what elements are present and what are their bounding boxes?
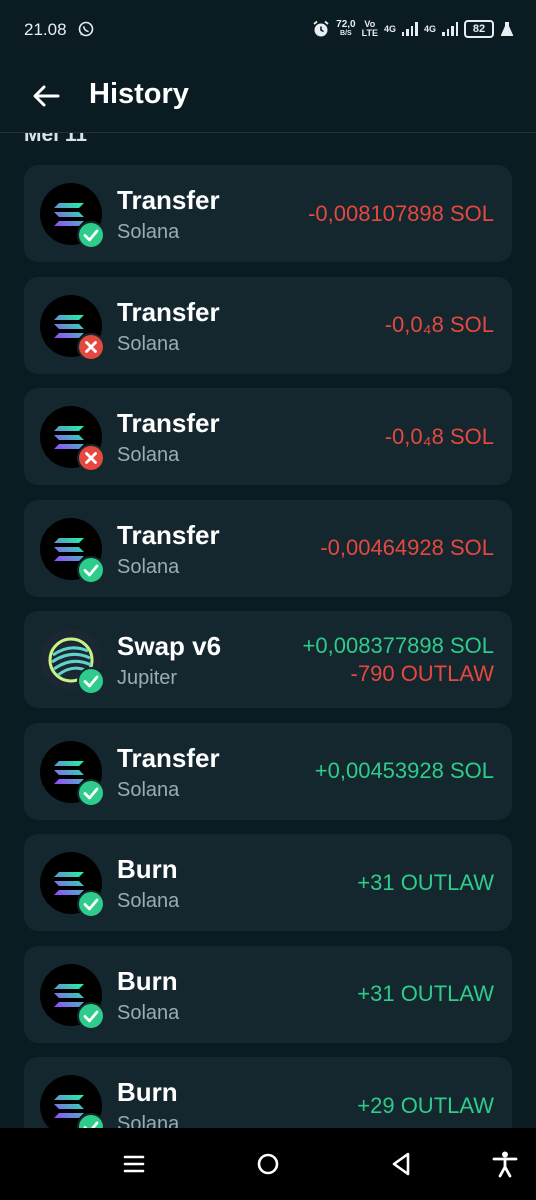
transaction-amounts: -0,00464928 SOL bbox=[320, 500, 494, 597]
home-icon[interactable] bbox=[254, 1150, 282, 1178]
back-icon[interactable] bbox=[387, 1150, 415, 1178]
transaction-card[interactable]: Swap v6 Jupiter +0,008377898 SOL -790 OUTLA… bbox=[24, 611, 512, 708]
transaction-amount: +29 OUTLAW bbox=[357, 1092, 494, 1118]
volte-indicator: Vo LTE bbox=[361, 19, 378, 38]
status-time: 21.08 bbox=[24, 20, 67, 39]
transaction-amount: +0,00453928 SOL bbox=[314, 758, 494, 783]
success-check-icon bbox=[77, 555, 105, 584]
whatsapp-icon bbox=[78, 21, 94, 37]
network-type-2: 4G bbox=[423, 23, 436, 34]
failed-x-icon bbox=[77, 444, 105, 472]
accessibility-icon[interactable] bbox=[491, 1150, 519, 1178]
transaction-card[interactable]: Transfer Solana -0,0₄8 SOL bbox=[24, 276, 512, 374]
transaction-card[interactable]: Transfer Solana -0,0₄8 SOL bbox=[24, 388, 512, 485]
transaction-amount: +31 OUTLAW bbox=[357, 869, 494, 895]
status-bar: 21.08 72,0 B/S Vo LTE 4G 4G 82 bbox=[0, 0, 536, 60]
alarm-icon bbox=[313, 20, 329, 37]
navigation-bar bbox=[0, 1128, 536, 1200]
network-type-1: 4G bbox=[383, 23, 396, 34]
battery-icon: 82 bbox=[464, 20, 494, 38]
transaction-amounts: -0,008107898 SOL bbox=[308, 165, 494, 262]
flask-icon bbox=[500, 22, 514, 36]
recent-apps-icon[interactable] bbox=[120, 1150, 148, 1178]
transaction-name: Transfer bbox=[117, 408, 220, 438]
transaction-name: Transfer bbox=[117, 185, 220, 215]
transaction-amount: -0,008107898 SOL bbox=[308, 200, 494, 226]
transaction-source: Solana bbox=[117, 221, 180, 243]
success-check-icon bbox=[77, 890, 105, 918]
transaction-amount: -0,0₄8 SOL bbox=[384, 423, 494, 449]
transaction-card[interactable]: Transfer Solana +0,00453928 SOL bbox=[24, 722, 512, 820]
transaction-card[interactable]: Burn Solana +31 OUTLAW bbox=[24, 834, 512, 931]
transaction-name: Burn bbox=[117, 1077, 178, 1107]
success-check-icon bbox=[77, 1113, 105, 1128]
transaction-source: Solana bbox=[117, 1113, 180, 1128]
transaction-amounts: +29 OUTLAW bbox=[357, 1057, 494, 1128]
network-speed: 72,0 B/S bbox=[336, 19, 356, 38]
transaction-card[interactable]: Transfer Solana -0,00464928 SOL bbox=[24, 499, 512, 597]
signal-icon bbox=[401, 22, 418, 36]
transaction-amounts: +31 OUTLAW bbox=[357, 946, 494, 1043]
history-list[interactable]: Mei 11 Transfer Solana -0,008107898 SOL Tra… bbox=[0, 133, 536, 1128]
transaction-source: Solana bbox=[117, 444, 180, 466]
signal-icon bbox=[442, 22, 458, 36]
transaction-source: Solana bbox=[117, 555, 180, 578]
transaction-source: Jupiter bbox=[117, 667, 178, 689]
transaction-amount: -0,0₄8 SOL bbox=[384, 312, 494, 337]
date-header: Mei 11 bbox=[24, 133, 88, 146]
transaction-amount: +31 OUTLAW bbox=[357, 981, 494, 1006]
transaction-amounts: +0,00453928 SOL bbox=[315, 723, 494, 820]
transaction-source: Solana bbox=[117, 1001, 180, 1024]
transaction-amounts: -0,0₄8 SOL bbox=[385, 277, 494, 374]
transaction-name: Swap v6 bbox=[117, 631, 222, 661]
transaction-card[interactable]: Burn Solana +31 OUTLAW bbox=[24, 945, 512, 1043]
success-check-icon bbox=[77, 1001, 105, 1030]
transaction-amounts: +31 OUTLAW bbox=[357, 834, 494, 931]
transaction-name: Burn bbox=[117, 854, 178, 884]
transaction-amount: -790 OUTLAW bbox=[350, 660, 494, 686]
transaction-card[interactable]: Transfer Solana -0,008107898 SOL bbox=[24, 165, 512, 262]
transaction-source: Solana bbox=[117, 890, 180, 912]
transaction-name: Burn bbox=[117, 965, 178, 996]
transaction-name: Transfer bbox=[117, 742, 220, 773]
success-check-icon bbox=[77, 221, 105, 249]
failed-x-icon bbox=[77, 332, 105, 361]
transaction-name: Transfer bbox=[117, 519, 220, 550]
transaction-amounts: +0,008377898 SOL -790 OUTLAW bbox=[303, 611, 494, 708]
back-arrow-icon[interactable] bbox=[30, 82, 62, 110]
page-title: History bbox=[89, 78, 189, 110]
success-check-icon bbox=[77, 778, 105, 807]
transaction-source: Solana bbox=[117, 332, 180, 355]
transaction-name: Transfer bbox=[117, 296, 220, 327]
transaction-source: Solana bbox=[117, 778, 180, 801]
transaction-amount: +0,008377898 SOL bbox=[302, 632, 494, 658]
app-bar: History bbox=[0, 60, 536, 133]
transaction-card[interactable]: Burn Solana +29 OUTLAW bbox=[24, 1057, 512, 1128]
transaction-amount: -0,00464928 SOL bbox=[320, 535, 494, 560]
success-check-icon bbox=[77, 667, 105, 695]
transaction-amounts: -0,0₄8 SOL bbox=[385, 388, 494, 485]
